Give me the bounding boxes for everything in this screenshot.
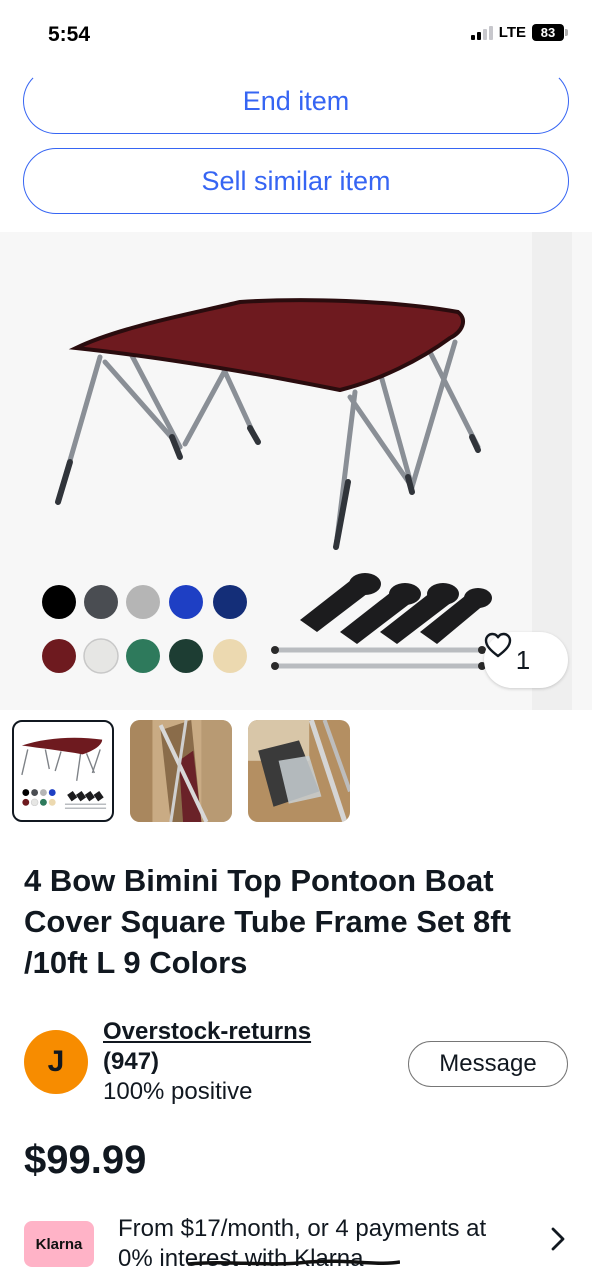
item-price: $99.99 — [24, 1138, 147, 1182]
signal-icon — [470, 25, 493, 40]
network-type: LTE — [498, 24, 526, 41]
battery-icon: 83 — [532, 24, 568, 41]
seller-avatar[interactable]: J — [24, 1030, 88, 1094]
sell-similar-item-button[interactable]: Sell similar item — [23, 148, 569, 214]
message-seller-button[interactable]: Message — [408, 1041, 568, 1087]
product-image[interactable]: 1 — [0, 232, 592, 710]
battery-level: 83 — [532, 24, 564, 41]
chevron-right-icon[interactable] — [550, 1226, 566, 1259]
status-time: 5:54 — [48, 23, 91, 46]
strikethrough-scribble — [188, 1259, 400, 1266]
klarna-logo: Klarna — [24, 1221, 94, 1267]
status-indicators: LTE 83 — [470, 24, 568, 41]
seller-feedback-count: (947) — [103, 1048, 160, 1075]
listing-title: 4 Bow Bimini Top Pontoon Boat Cover Squa… — [24, 863, 511, 980]
thumbnail-2[interactable] — [130, 720, 232, 822]
thumbnail-3[interactable] — [248, 720, 350, 822]
image-thumbnails — [12, 720, 350, 822]
like-count: 1 — [515, 644, 531, 675]
seller-name-link[interactable]: Overstock-returns — [103, 1017, 311, 1047]
status-bar: 5:54 LTE 83 — [0, 0, 592, 66]
seller-info: Overstock-returns (947) 100% positive — [103, 1017, 311, 1107]
watch-button[interactable]: 1 — [484, 632, 568, 688]
end-item-button[interactable]: End item — [23, 68, 569, 134]
seller-positive-rating: 100% positive — [103, 1078, 253, 1105]
thumbnail-1[interactable] — [12, 720, 114, 822]
